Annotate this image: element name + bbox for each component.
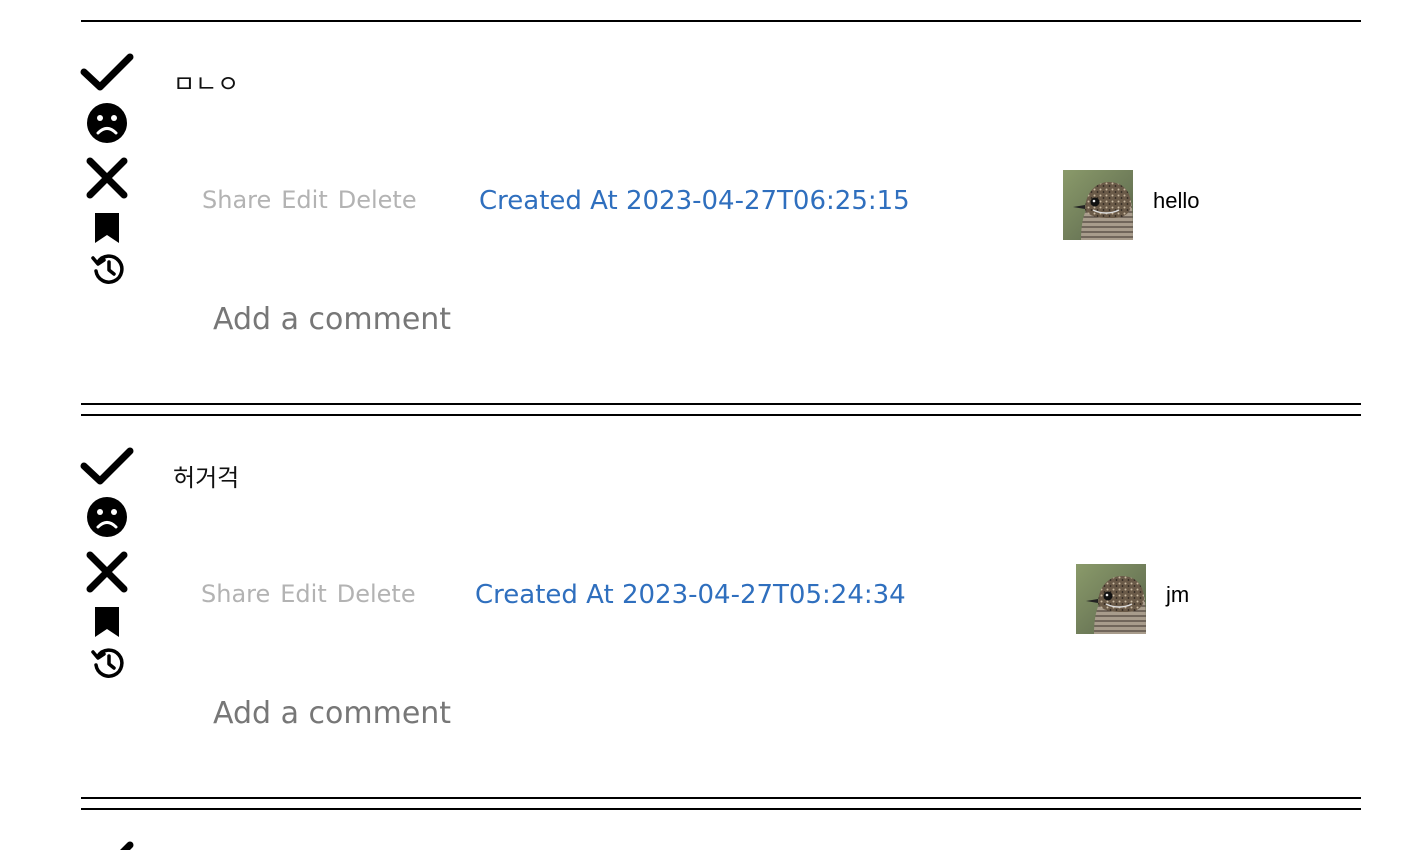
author-name[interactable]: hello: [1153, 188, 1199, 214]
sad-face-icon[interactable]: [86, 102, 128, 144]
author-name[interactable]: jm: [1166, 582, 1189, 608]
share-button[interactable]: Share: [202, 186, 271, 214]
post-card: 허거걱 Share Edit Delete Created At 2023-04-2…: [0, 394, 1416, 774]
vote-column: [80, 0, 136, 284]
history-icon[interactable]: [91, 252, 125, 286]
check-icon[interactable]: [80, 52, 134, 94]
add-comment-input[interactable]: Add a comment: [213, 696, 451, 731]
created-at-link[interactable]: Created At 2023-04-27T06:25:15: [479, 186, 910, 216]
check-icon[interactable]: [80, 840, 134, 850]
sad-face-icon[interactable]: [86, 496, 128, 538]
post-actions: Share Edit Delete: [202, 186, 427, 214]
post-title: ㅁㄴㅇ: [173, 70, 240, 98]
post-title: 허거걱: [173, 464, 240, 492]
delete-button[interactable]: Delete: [338, 186, 417, 214]
share-button[interactable]: Share: [201, 580, 270, 608]
bookmark-icon[interactable]: [94, 606, 120, 638]
edit-button[interactable]: Edit: [281, 186, 327, 214]
edit-button[interactable]: Edit: [280, 580, 326, 608]
divider: [81, 808, 1361, 810]
avatar[interactable]: [1076, 564, 1146, 634]
history-icon[interactable]: [91, 646, 125, 680]
check-icon[interactable]: [80, 446, 134, 488]
vote-column: [80, 394, 136, 678]
created-at-link[interactable]: Created At 2023-04-27T05:24:34: [475, 580, 906, 610]
divider: [81, 797, 1361, 799]
post-card: ㅁㄴㅇ Share Edit Delete Created At 2023-04-2…: [0, 0, 1416, 380]
x-icon[interactable]: [85, 550, 129, 594]
avatar[interactable]: [1063, 170, 1133, 240]
post-actions: Share Edit Delete: [201, 580, 426, 608]
delete-button[interactable]: Delete: [337, 580, 416, 608]
add-comment-input[interactable]: Add a comment: [213, 302, 451, 337]
bookmark-icon[interactable]: [94, 212, 120, 244]
x-icon[interactable]: [85, 156, 129, 200]
